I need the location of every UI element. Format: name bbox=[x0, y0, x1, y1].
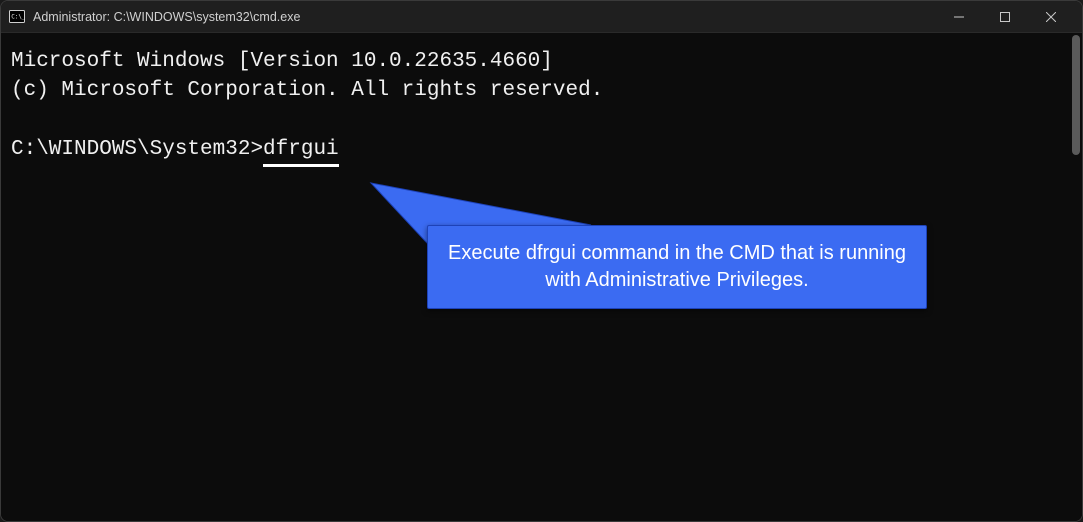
close-button[interactable] bbox=[1028, 1, 1074, 33]
maximize-button[interactable] bbox=[982, 1, 1028, 33]
callout-text: Execute dfrgui command in the CMD that i… bbox=[448, 242, 906, 291]
titlebar[interactable]: C:\_ Administrator: C:\WINDOWS\system32\… bbox=[1, 1, 1082, 33]
cmd-icon: C:\_ bbox=[9, 9, 25, 25]
copyright-line: (c) Microsoft Corporation. All rights re… bbox=[11, 79, 603, 102]
typed-command[interactable]: dfrgui bbox=[263, 138, 339, 167]
terminal-output: Microsoft Windows [Version 10.0.22635.46… bbox=[11, 47, 1064, 165]
terminal-body[interactable]: Microsoft Windows [Version 10.0.22635.46… bbox=[1, 33, 1082, 522]
annotation-callout: Execute dfrgui command in the CMD that i… bbox=[371, 183, 936, 313]
svg-text:C:\_: C:\_ bbox=[11, 13, 25, 20]
window-title: Administrator: C:\WINDOWS\system32\cmd.e… bbox=[33, 10, 936, 24]
cmd-window: C:\_ Administrator: C:\WINDOWS\system32\… bbox=[0, 0, 1083, 522]
minimize-button[interactable] bbox=[936, 1, 982, 33]
callout-box: Execute dfrgui command in the CMD that i… bbox=[427, 225, 927, 309]
prompt: C:\WINDOWS\System32> bbox=[11, 138, 263, 161]
scrollbar-thumb[interactable] bbox=[1072, 35, 1080, 155]
window-controls bbox=[936, 1, 1074, 32]
version-line: Microsoft Windows [Version 10.0.22635.46… bbox=[11, 50, 553, 73]
